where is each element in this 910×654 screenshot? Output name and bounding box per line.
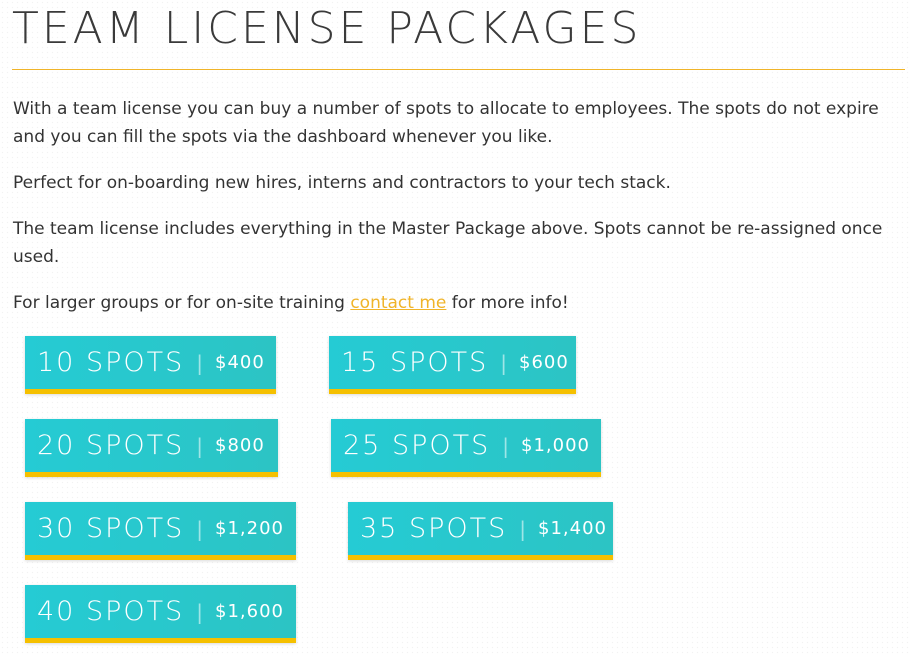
buy-25-spots-button[interactable]: 25 SPOTS | $1,000 bbox=[331, 419, 601, 477]
package-spots-label: 25 SPOTS bbox=[343, 430, 491, 461]
package-price: $600 bbox=[519, 352, 569, 373]
page: TEAM LICENSE PACKAGES With a team licens… bbox=[0, 0, 910, 654]
package-separator: | bbox=[519, 516, 526, 541]
package-separator: | bbox=[196, 599, 203, 624]
buy-15-spots-button[interactable]: 15 SPOTS | $600 bbox=[329, 336, 576, 394]
package-spots-label: 15 SPOTS bbox=[341, 347, 489, 378]
package-price: $800 bbox=[215, 435, 265, 456]
contact-me-link[interactable]: contact me bbox=[350, 293, 446, 313]
package-price: $1,000 bbox=[521, 435, 590, 456]
title-divider bbox=[12, 69, 905, 70]
package-spots-label: 40 SPOTS bbox=[37, 596, 185, 627]
intro-paragraph-3: The team license includes everything in … bbox=[13, 219, 883, 267]
package-price: $1,600 bbox=[215, 601, 284, 622]
buy-40-spots-button[interactable]: 40 SPOTS | $1,600 bbox=[25, 585, 296, 643]
package-price: $400 bbox=[215, 352, 265, 373]
package-price: $1,200 bbox=[215, 518, 284, 539]
intro-paragraph-1: With a team license you can buy a number… bbox=[13, 99, 879, 147]
package-separator: | bbox=[196, 433, 203, 458]
package-separator: | bbox=[196, 516, 203, 541]
buy-30-spots-button[interactable]: 30 SPOTS | $1,200 bbox=[25, 502, 296, 560]
package-separator: | bbox=[196, 350, 203, 375]
package-spots-label: 20 SPOTS bbox=[37, 430, 185, 461]
package-separator: | bbox=[502, 433, 509, 458]
package-spots-label: 35 SPOTS bbox=[360, 513, 508, 544]
page-title: TEAM LICENSE PACKAGES bbox=[12, 3, 642, 54]
buy-10-spots-button[interactable]: 10 SPOTS | $400 bbox=[25, 336, 276, 394]
package-price: $1,400 bbox=[538, 518, 607, 539]
buy-35-spots-button[interactable]: 35 SPOTS | $1,400 bbox=[348, 502, 613, 560]
package-spots-label: 10 SPOTS bbox=[37, 347, 185, 378]
package-spots-label: 30 SPOTS bbox=[37, 513, 185, 544]
contact-text-after: for more info! bbox=[446, 293, 569, 313]
buy-20-spots-button[interactable]: 20 SPOTS | $800 bbox=[25, 419, 278, 477]
intro-paragraph-4: For larger groups or for on-site trainin… bbox=[13, 289, 903, 317]
package-separator: | bbox=[500, 350, 507, 375]
intro-paragraph-2: Perfect for on-boarding new hires, inter… bbox=[13, 173, 671, 193]
contact-text-before: For larger groups or for on-site trainin… bbox=[13, 293, 351, 313]
